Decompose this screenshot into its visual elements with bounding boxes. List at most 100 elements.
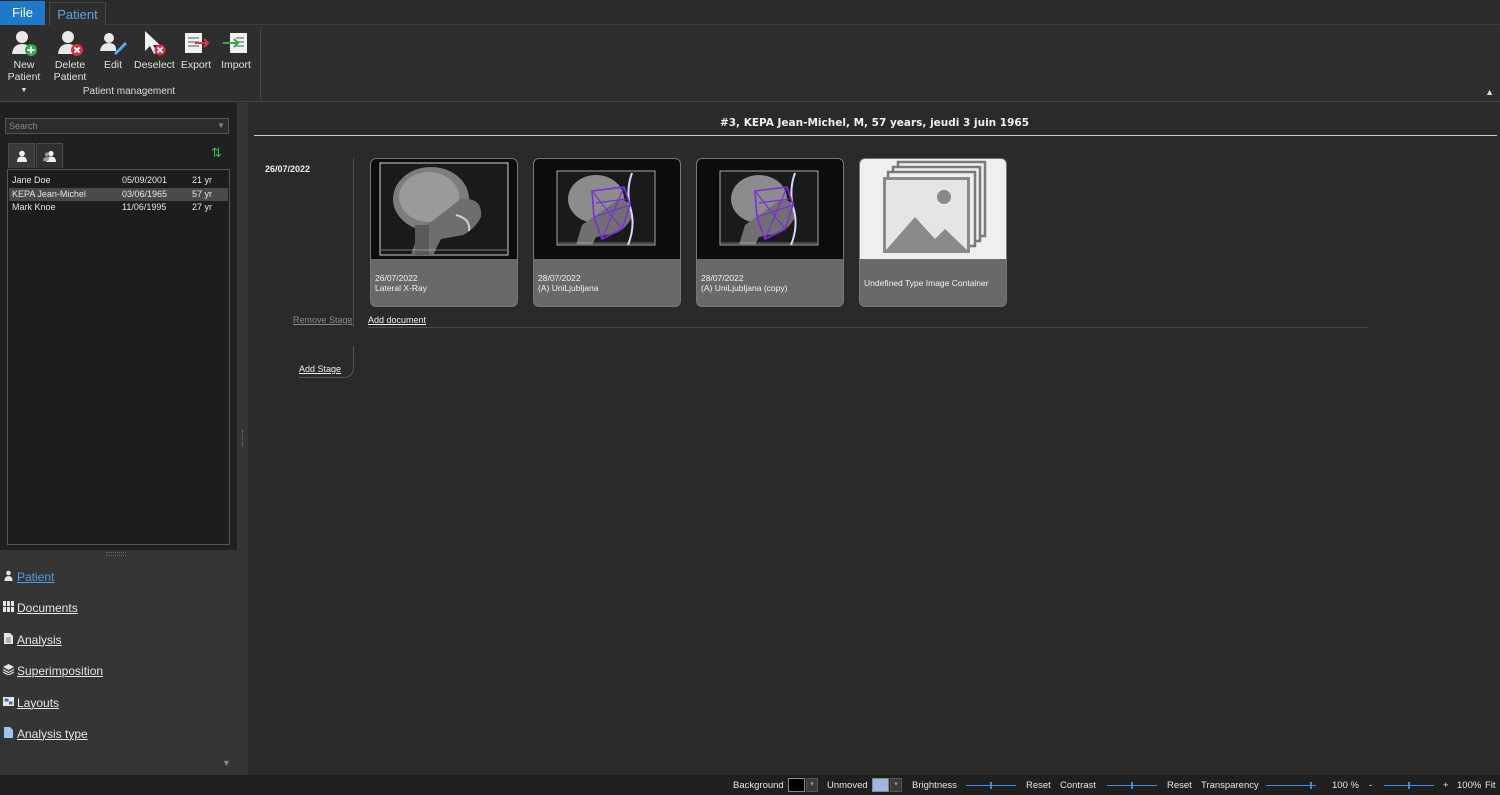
deselect-button[interactable]: Deselect [134, 29, 175, 71]
brightness-slider[interactable] [966, 782, 1016, 789]
document-card[interactable]: Undefined Type Image Container [859, 158, 1007, 307]
analysis-thumbnail [534, 159, 680, 259]
nav-analysis[interactable]: Analysis [0, 632, 240, 662]
import-button[interactable]: Import [219, 29, 253, 71]
edit-button[interactable]: Edit [98, 29, 128, 71]
document-title: Undefined Type Image Container [864, 278, 989, 288]
patient-row[interactable]: Jane Doe 05/09/2001 21 yr [9, 174, 228, 187]
chevron-down-icon[interactable]: ▼ [222, 758, 231, 768]
patient-list-panel: Search ▼ ⇅ Jane Doe 05/09/2001 21 yr KEP… [0, 103, 237, 550]
brightness-label: Brightness [912, 780, 957, 791]
patient-row[interactable]: KEPA Jean-Michel 03/06/1965 57 yr [9, 188, 228, 201]
delete-user-icon [58, 31, 83, 56]
nav-label: Analysis [17, 633, 62, 647]
patient-header: #3, KEPA Jean-Michel, M, 57 years, jeudi… [719, 117, 1030, 129]
document-meta: 28/07/2022 (A) UniLjubljana (copy) [701, 273, 787, 293]
stage-date: 26/07/2022 [265, 164, 311, 174]
nav-label: Layouts [17, 696, 60, 710]
fit-button[interactable]: Fit [1485, 780, 1496, 791]
slider-thumb[interactable] [990, 782, 992, 789]
panel-splitter-handle[interactable] [106, 552, 126, 556]
person-icon [16, 150, 27, 162]
contrast-reset-button[interactable]: Reset [1167, 780, 1192, 791]
collapse-ribbon-icon[interactable]: ▲ [1485, 87, 1494, 97]
patient-row[interactable]: Mark Knoe 11/06/1995 27 yr [9, 201, 228, 214]
nav-layouts[interactable]: Layouts [0, 695, 240, 725]
contrast-slider[interactable] [1107, 782, 1157, 789]
document-card[interactable]: 28/07/2022 (A) UniLjubljana [533, 158, 681, 307]
delete-patient-button[interactable]: Delete Patient [50, 29, 90, 83]
background-color-swatch[interactable] [788, 778, 805, 792]
tab-patient-groups[interactable] [36, 143, 63, 168]
document-date: 26/07/2022 [375, 273, 418, 283]
import-icon [223, 33, 247, 53]
nav-documents[interactable]: Documents [0, 600, 240, 630]
contrast-label: Contrast [1060, 780, 1096, 791]
transparency-label: Transparency [1201, 780, 1259, 791]
document-meta: Undefined Type Image Container [864, 278, 989, 288]
page-icon [4, 727, 13, 738]
status-bar: Background ▾ Unmoved ▾ Brightness Reset … [0, 775, 1500, 795]
grid-icon [3, 601, 14, 612]
add-user-icon [12, 31, 37, 56]
patient-age: 21 yr [192, 175, 213, 185]
slider-thumb[interactable] [1131, 782, 1133, 789]
zoom-slider[interactable] [1384, 782, 1434, 789]
xray-thumbnail [371, 159, 517, 259]
image-placeholder-icon [860, 159, 1006, 259]
zoom-in-button[interactable]: + [1443, 780, 1449, 791]
slider-thumb[interactable] [1310, 782, 1312, 789]
search-placeholder: Search [9, 121, 38, 131]
analysis-thumbnail [697, 159, 843, 259]
document-meta: 28/07/2022 (A) UniLjubljana [538, 273, 598, 293]
document-meta: 26/07/2022 Lateral X-Ray [375, 273, 427, 293]
patient-age: 57 yr [192, 189, 213, 199]
nav-label: Patient [17, 570, 55, 584]
left-panel: Search ▼ ⇅ Jane Doe 05/09/2001 21 yr KEP… [0, 103, 248, 775]
add-stage-link[interactable]: Add Stage [299, 364, 341, 374]
remove-stage-link[interactable]: Remove Stage [293, 315, 353, 325]
nav-patient[interactable]: Patient [0, 569, 240, 599]
nav-superimposition[interactable]: Superimposition [0, 663, 240, 693]
patient-name: KEPA Jean-Michel [12, 189, 86, 199]
brightness-reset-button[interactable]: Reset [1026, 780, 1051, 791]
tab-single-patient[interactable] [8, 143, 35, 168]
export-label: Export [180, 59, 212, 71]
import-label: Import [221, 59, 251, 71]
tab-patient[interactable]: Patient [49, 2, 106, 25]
ribbon-group-separator [260, 29, 261, 99]
unmoved-color-swatch[interactable] [872, 778, 889, 792]
stage-separator [368, 327, 1368, 328]
nav-label: Superimposition [17, 664, 104, 678]
chevron-down-icon[interactable]: ▾ [806, 778, 818, 792]
zoom-value: 100% [1457, 780, 1482, 791]
document-date: 28/07/2022 [701, 273, 744, 283]
patient-birthdate: 11/06/1995 [122, 202, 167, 212]
document-title: Lateral X-Ray [375, 283, 427, 293]
transparency-slider[interactable] [1266, 782, 1316, 789]
header-divider [254, 135, 1497, 136]
main-content: #3, KEPA Jean-Michel, M, 57 years, jeudi… [249, 103, 1500, 775]
delete-patient-label-2: Patient [53, 71, 87, 83]
vertical-splitter-handle[interactable] [242, 430, 244, 446]
delete-patient-label-1: Delete [54, 59, 86, 71]
background-label: Background [733, 780, 784, 791]
search-input[interactable]: Search ▼ [5, 118, 229, 134]
ribbon: New Patient ▼ Delete Patient Edit Desele… [0, 25, 1500, 102]
document-card[interactable]: 26/07/2022 Lateral X-Ray [370, 158, 518, 307]
zoom-out-button[interactable]: - [1369, 780, 1372, 791]
slider-thumb[interactable] [1408, 782, 1410, 789]
tab-file[interactable]: File [0, 1, 45, 25]
patient-birthdate: 03/06/1965 [122, 189, 168, 199]
edit-user-icon [100, 33, 127, 56]
nav-label: Analysis type [17, 727, 88, 741]
people-icon [42, 150, 56, 162]
nav-analysis-type[interactable]: Analysis type [0, 726, 240, 756]
chevron-down-icon[interactable]: ▾ [890, 778, 902, 792]
export-button[interactable]: Export [180, 29, 212, 71]
sort-icon[interactable]: ⇅ [211, 145, 222, 161]
document-card[interactable]: 28/07/2022 (A) UniLjubljana (copy) [696, 158, 844, 307]
chevron-down-icon[interactable]: ▼ [217, 119, 225, 133]
add-document-link[interactable]: Add document [368, 315, 426, 325]
document-date: 28/07/2022 [538, 273, 581, 283]
